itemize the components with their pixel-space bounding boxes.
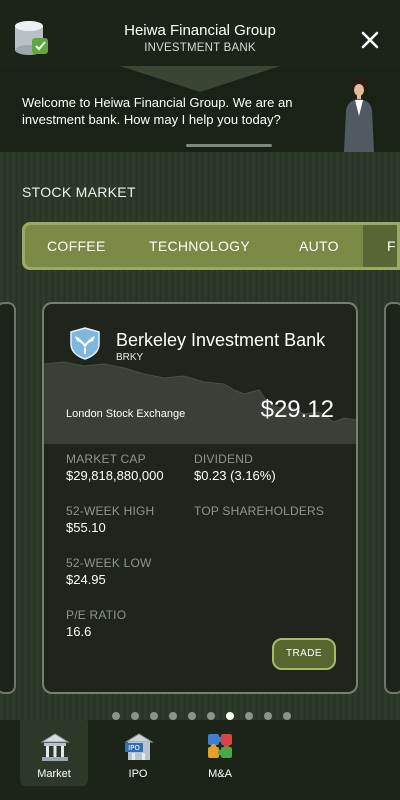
dividend-value: $0.23 (3.16%) xyxy=(194,468,276,483)
tab-technology[interactable]: TECHNOLOGY xyxy=(149,225,250,267)
shareholders-label: TOP SHAREHOLDERS xyxy=(194,504,325,518)
puzzle-pieces-icon xyxy=(208,734,232,758)
nav-ma-label: M&A xyxy=(208,768,232,780)
market-cap-label: MARKET CAP xyxy=(66,452,146,466)
stock-card: Berkeley Investment Bank BRKY London Sto… xyxy=(42,302,358,694)
app-header: Heiwa Financial Group INVESTMENT BANK xyxy=(0,0,400,66)
ipo-building-icon: IPO xyxy=(124,733,154,760)
tab-fi[interactable]: FI xyxy=(387,225,397,267)
assistant-avatar xyxy=(344,77,374,152)
exchange-name: London Stock Exchange xyxy=(66,408,186,420)
tab-coffee[interactable]: COFFEE xyxy=(47,225,106,267)
pe-value: 16.6 xyxy=(66,624,92,639)
pagination-dot[interactable] xyxy=(283,712,291,720)
close-icon[interactable] xyxy=(360,30,380,50)
trade-button[interactable]: TRADE xyxy=(272,638,336,670)
prev-card[interactable] xyxy=(0,302,16,694)
pagination-dot[interactable] xyxy=(150,712,158,720)
market-cap-value: $29,818,880,000 xyxy=(66,468,164,483)
pe-label: P/E RATIO xyxy=(66,608,127,622)
pagination-dot[interactable] xyxy=(245,712,253,720)
svg-text:IPO: IPO xyxy=(128,744,140,752)
welcome-banner: Welcome to Heiwa Financial Group. We are… xyxy=(0,66,400,152)
pagination-dot[interactable] xyxy=(264,712,272,720)
welcome-message: Welcome to Heiwa Financial Group. We are… xyxy=(22,95,293,127)
header-subtitle: INVESTMENT BANK xyxy=(144,42,256,54)
section-title: STOCK MARKET xyxy=(22,184,136,200)
category-tabs: COFFEE TECHNOLOGY AUTO FI xyxy=(22,222,400,270)
pagination-dot[interactable] xyxy=(112,712,120,720)
pagination-dot[interactable] xyxy=(169,712,177,720)
pagination-dot[interactable] xyxy=(226,712,234,720)
nav-ipo[interactable]: IPO IPO xyxy=(104,720,172,786)
dividend-label: DIVIDEND xyxy=(194,452,253,466)
nav-ma[interactable]: M&A xyxy=(186,720,254,786)
pagination-dot[interactable] xyxy=(131,712,139,720)
low-value: $24.95 xyxy=(66,572,106,587)
berkeley-bank-logo-icon xyxy=(70,327,100,360)
nav-ipo-label: IPO xyxy=(128,768,148,780)
high-label: 52-WEEK HIGH xyxy=(66,504,155,518)
pagination-dot[interactable] xyxy=(207,712,215,720)
banner-notch xyxy=(120,66,280,92)
nav-market-label: Market xyxy=(37,768,71,780)
pagination-dot[interactable] xyxy=(188,712,196,720)
market-content: STOCK MARKET COFFEE TECHNOLOGY AUTO FI B… xyxy=(0,152,400,720)
high-value: $55.10 xyxy=(66,520,106,535)
ticker-symbol: BRKY xyxy=(116,352,144,363)
next-card[interactable] xyxy=(384,302,400,694)
company-name: Berkeley Investment Bank xyxy=(116,330,326,350)
stock-price: $29.12 xyxy=(260,396,334,423)
bank-building-icon xyxy=(40,733,70,761)
nav-market[interactable]: Market xyxy=(20,720,88,786)
tab-auto[interactable]: AUTO xyxy=(299,225,339,267)
low-label: 52-WEEK LOW xyxy=(66,556,152,570)
banner-handle[interactable] xyxy=(186,144,272,147)
header-title: Heiwa Financial Group xyxy=(124,22,276,39)
bottom-nav: Market IPO IPO M&A xyxy=(0,720,400,800)
